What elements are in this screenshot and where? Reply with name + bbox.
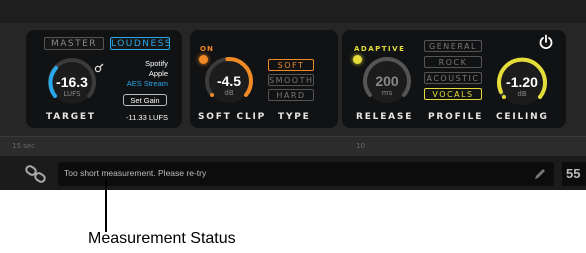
callout-label: Measurement Status — [88, 230, 236, 247]
lufs-readout: 55 — [562, 162, 586, 186]
platform-apple[interactable]: Apple — [112, 69, 168, 78]
target-unit: LUFS — [63, 90, 81, 98]
profile-acoustic-option[interactable]: ACOUSTIC — [424, 72, 482, 84]
loudness-mode-button[interactable]: LOUDNESS — [110, 37, 171, 50]
platform-spotify[interactable]: Spotify — [112, 59, 168, 68]
top-bar — [0, 0, 586, 23]
soft-clip-unit: dB — [224, 89, 234, 97]
power-icon[interactable] — [538, 34, 554, 50]
soft-clip-label: SOFT CLIP — [198, 112, 267, 122]
platform-aes-stream[interactable]: AES Stream — [112, 79, 168, 88]
profile-general-option[interactable]: GENERAL — [424, 40, 482, 52]
type-smooth-option[interactable]: SMOOTH — [268, 74, 314, 86]
target-knob[interactable]: -16.3 LUFS — [46, 56, 98, 108]
ceiling-unit: dB — [517, 90, 527, 98]
timeline-strip[interactable] — [0, 136, 586, 157]
target-panel: MASTER LOUDNESS -16.3 LUFS Spotify Apple… — [26, 30, 182, 128]
release-unit: ms — [381, 89, 393, 97]
ceiling-value: -1.20 — [506, 74, 538, 90]
link-icon[interactable] — [94, 58, 104, 73]
ceiling-label: CEILING — [496, 112, 549, 122]
timeline-tick-mid: 10 — [356, 142, 365, 150]
ceiling-knob[interactable]: -1.20 dB — [494, 54, 550, 110]
release-panel: ADAPTIVE 200 ms GENERAL ROCK ACOUSTIC VO… — [342, 30, 566, 128]
gain-value: -11.33 LUFS — [126, 113, 168, 122]
profile-label: PROFILE — [428, 112, 484, 122]
profile-rock-option[interactable]: ROCK — [424, 56, 482, 68]
set-gain-button[interactable]: Set Gain — [123, 94, 167, 106]
type-label: TYPE — [278, 112, 311, 122]
soft-clip-on-label: ON — [200, 45, 214, 53]
soft-clip-value: -4.5 — [216, 73, 242, 89]
pencil-icon[interactable] — [532, 166, 548, 182]
target-label: TARGET — [46, 112, 96, 122]
master-mode-button[interactable]: MASTER — [44, 37, 104, 50]
release-knob[interactable]: 200 ms — [360, 54, 414, 108]
soft-clip-panel: ON -4.5 dB SOFT SMOOTH HARD SOFT CLIP TY… — [190, 30, 338, 128]
type-soft-option[interactable]: SOFT — [268, 59, 314, 71]
adaptive-label: ADAPTIVE — [354, 45, 406, 53]
profile-vocals-option[interactable]: VOCALS — [424, 88, 482, 100]
release-label: RELEASE — [356, 112, 414, 122]
release-value: 200 — [375, 73, 399, 89]
target-value: -16.3 — [56, 74, 88, 90]
plugin-window: MASTER LOUDNESS -16.3 LUFS Spotify Apple… — [0, 0, 586, 190]
measurement-status-text: Too short measurement. Please re-try — [64, 168, 207, 178]
soft-clip-knob[interactable]: -4.5 dB — [202, 54, 256, 108]
callout-line — [105, 180, 107, 232]
type-hard-option[interactable]: HARD — [268, 89, 314, 101]
chain-link-icon[interactable] — [24, 164, 48, 184]
timeline-tick-left: 15 sec — [12, 142, 35, 150]
